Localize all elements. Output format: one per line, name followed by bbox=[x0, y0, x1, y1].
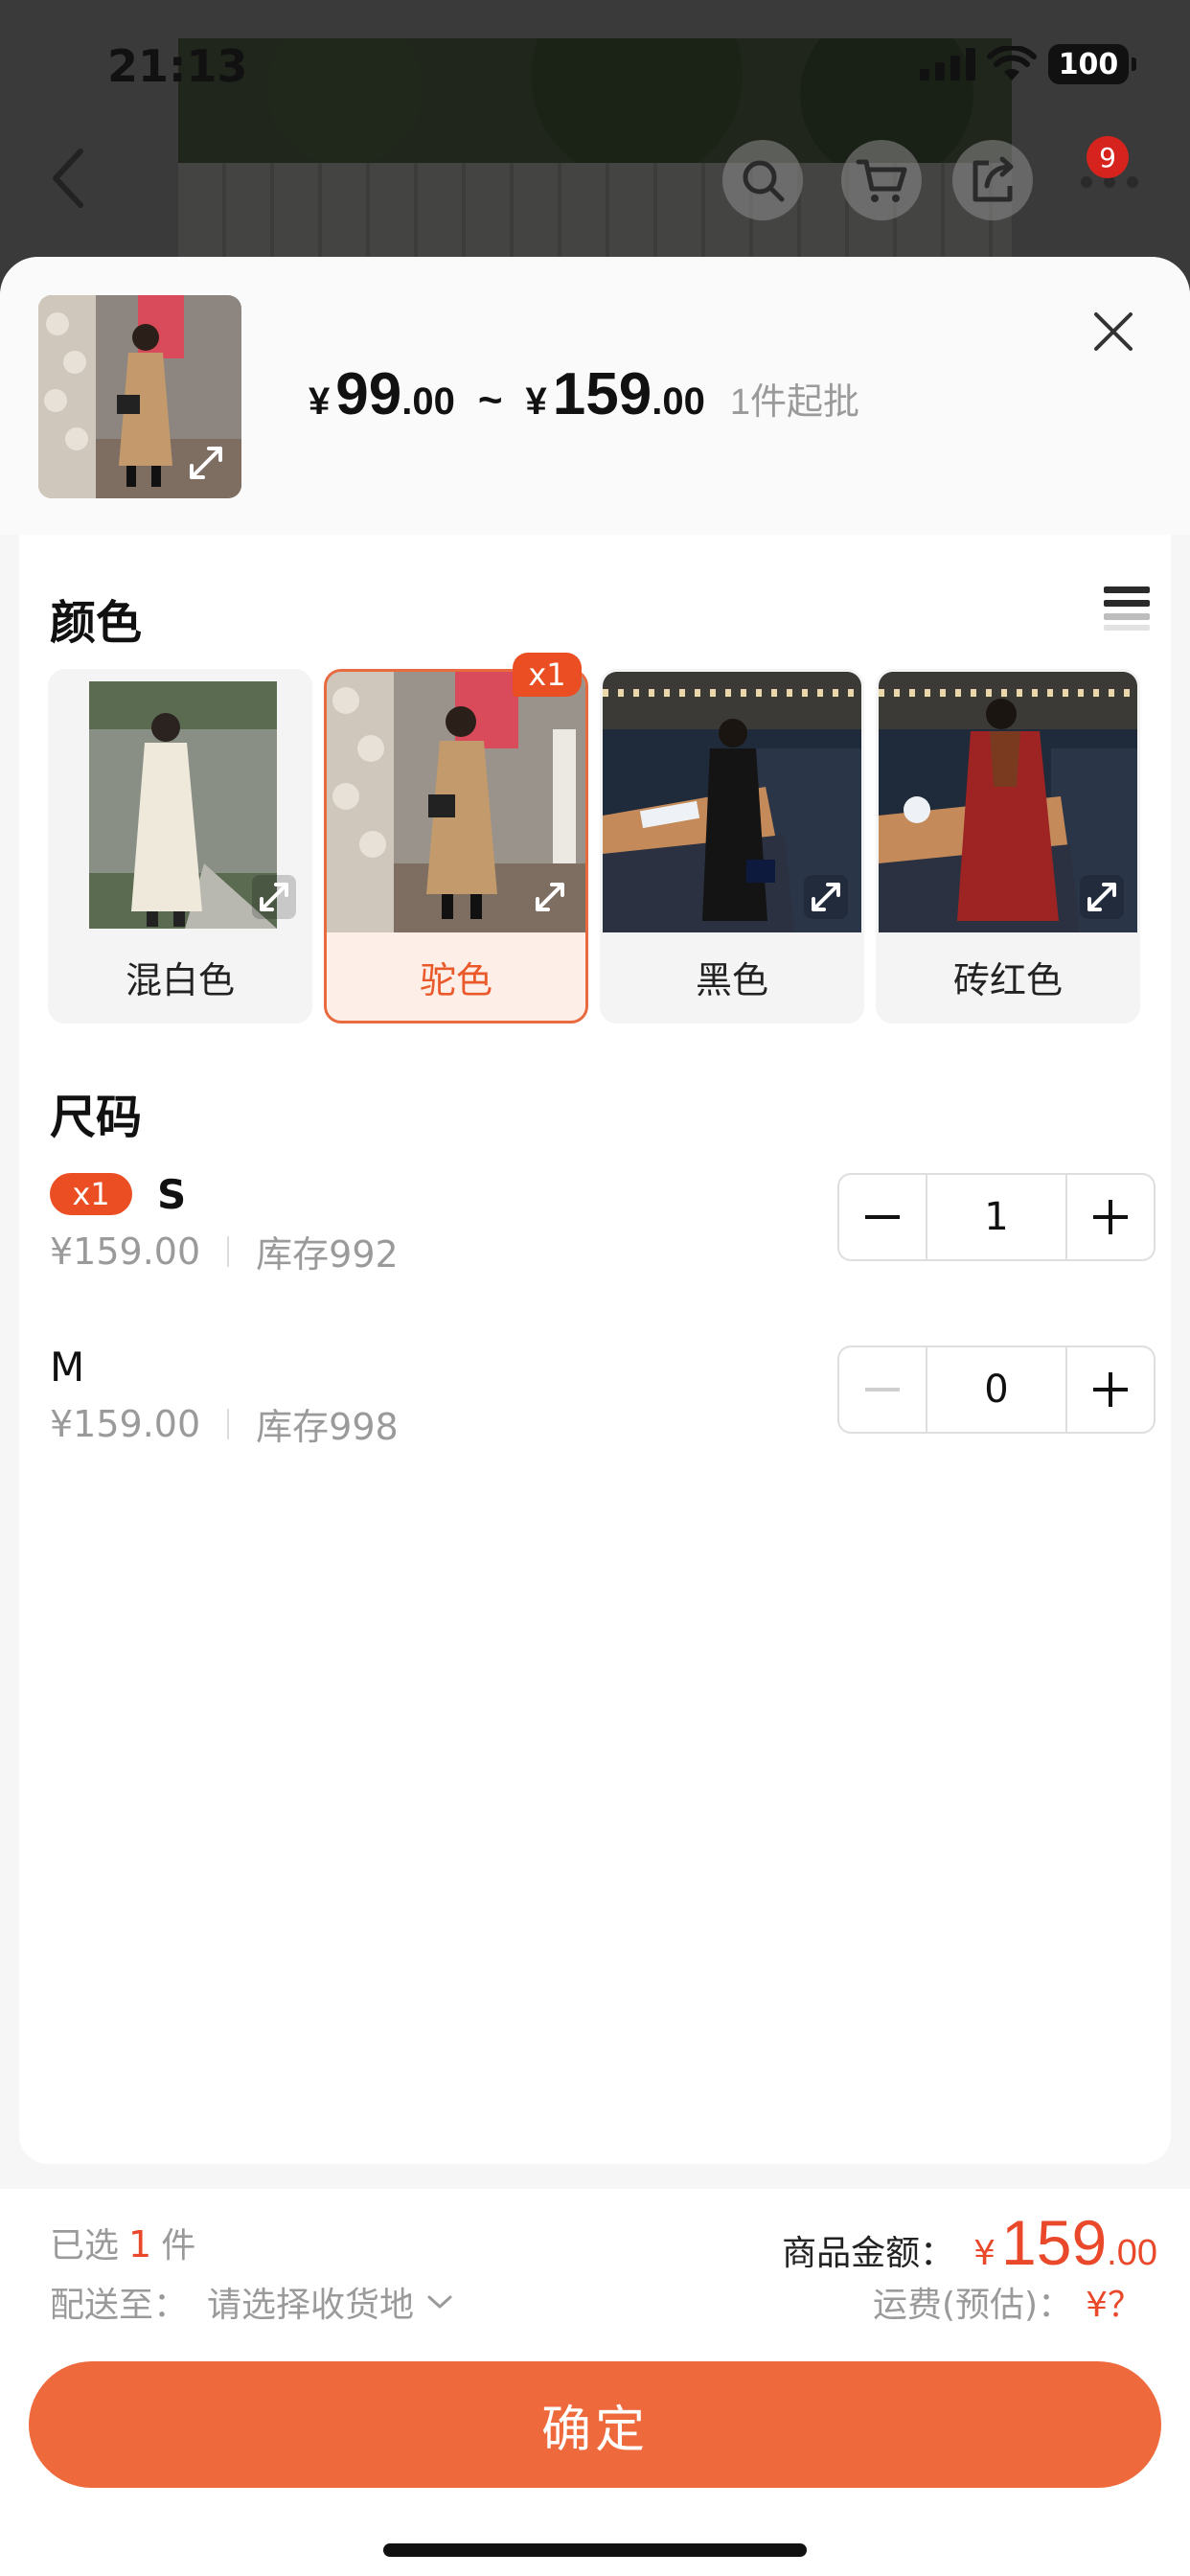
meta-divider bbox=[227, 1408, 230, 1439]
ship-value: 请选择收货地 bbox=[207, 2286, 415, 2325]
price-separator: ~ bbox=[477, 377, 503, 424]
goods-total: 商品金额： ¥ 159 .00 bbox=[782, 2206, 1157, 2279]
cart-count-badge: 9 bbox=[1087, 136, 1129, 178]
quantity-value[interactable]: 0 bbox=[926, 1347, 1067, 1432]
color-option-image bbox=[327, 672, 585, 932]
status-time: 21:13 bbox=[107, 40, 248, 92]
increase-button[interactable] bbox=[1067, 1347, 1154, 1432]
size-row-m: M ¥159.00 库存998 0 bbox=[50, 1344, 1156, 1460]
cart-button[interactable] bbox=[841, 140, 922, 220]
cart-icon bbox=[856, 159, 907, 202]
search-button[interactable] bbox=[722, 140, 803, 220]
color-options: 混白色 驼色 x1 黑色 砖红色 bbox=[48, 653, 1146, 1024]
battery-level: 100 bbox=[1058, 47, 1119, 81]
color-option-black[interactable]: 黑色 bbox=[600, 669, 864, 1024]
total-currency: ¥ bbox=[973, 2234, 996, 2273]
color-option-image bbox=[879, 672, 1137, 932]
freight-value: ¥？ bbox=[1086, 2286, 1142, 2325]
selected-suffix: 件 bbox=[161, 2226, 196, 2266]
ship-label: 配送至： bbox=[50, 2286, 189, 2325]
color-option-image bbox=[51, 672, 309, 932]
size-price: ¥159.00 bbox=[50, 1230, 201, 1273]
color-option-image bbox=[603, 672, 861, 932]
size-meta: ¥159.00 库存992 bbox=[50, 1225, 399, 1277]
price-min-integer: 99 bbox=[335, 361, 402, 427]
price-min-decimal: .00 bbox=[401, 380, 455, 423]
size-name: S bbox=[157, 1171, 187, 1218]
list-view-icon[interactable] bbox=[1102, 583, 1152, 632]
expand-icon bbox=[536, 883, 564, 911]
home-indicator bbox=[383, 2543, 807, 2557]
order-footer: 已选 1 件 配送至： 请选择收货地 商品金额： ¥ 159 .00 运费(预估)：… bbox=[0, 2189, 1190, 2576]
decrease-button[interactable] bbox=[839, 1175, 926, 1259]
share-button[interactable] bbox=[952, 140, 1033, 220]
size-row-s: x1 S ¥159.00 库存992 1 bbox=[50, 1171, 1156, 1288]
status-bar: 21:13 100 bbox=[0, 0, 1190, 129]
product-thumbnail[interactable] bbox=[38, 295, 241, 498]
size-name: M bbox=[50, 1344, 85, 1391]
selected-summary: 已选 1 件 bbox=[50, 2218, 195, 2267]
confirm-button[interactable]: 确定 bbox=[29, 2361, 1161, 2488]
color-option-off-white[interactable]: 混白色 bbox=[48, 669, 312, 1024]
color-option-label: 混白色 bbox=[125, 958, 235, 1001]
price-max-currency: ¥ bbox=[525, 380, 547, 423]
size-section-title: 尺码 bbox=[50, 1091, 143, 1144]
min-order-quantity: 1件起批 bbox=[729, 382, 859, 423]
quantity-stepper: 0 bbox=[837, 1346, 1156, 1434]
price-max-decimal: .00 bbox=[652, 380, 705, 423]
chevron-down-icon bbox=[427, 2295, 452, 2309]
battery-icon: 100 bbox=[1048, 44, 1136, 84]
plus-icon bbox=[1093, 1372, 1128, 1407]
selected-prefix: 已选 bbox=[50, 2226, 120, 2266]
minus-icon bbox=[865, 1388, 900, 1392]
size-meta: ¥159.00 库存998 bbox=[50, 1397, 399, 1450]
expand-icon bbox=[1080, 875, 1124, 919]
signal-icon bbox=[920, 48, 975, 80]
color-option-label: 驼色 bbox=[419, 958, 492, 1001]
wifi-icon bbox=[987, 46, 1037, 80]
size-price: ¥159.00 bbox=[50, 1402, 201, 1445]
minus-icon bbox=[865, 1215, 900, 1219]
color-option-label: 黑色 bbox=[695, 958, 768, 1001]
size-stock: 库存998 bbox=[256, 1406, 399, 1448]
plus-icon bbox=[1093, 1200, 1128, 1234]
freight-estimate: 运费(预估)： ¥？ bbox=[873, 2277, 1142, 2327]
selected-count: 1 bbox=[128, 2223, 152, 2266]
shipping-address-selector[interactable]: 配送至： 请选择收货地 bbox=[50, 2277, 454, 2327]
selected-quantity-tag: x1 bbox=[513, 653, 582, 697]
share-icon bbox=[973, 156, 1014, 202]
price-range: ¥ 99 .00 ~ ¥ 159 .00 1件起批 bbox=[309, 360, 859, 428]
sheet-header: ¥ 99 .00 ~ ¥ 159 .00 1件起批 bbox=[0, 257, 1190, 535]
expand-icon bbox=[804, 875, 848, 919]
total-integer: 159 bbox=[1001, 2207, 1108, 2278]
quantity-value[interactable]: 1 bbox=[926, 1175, 1067, 1259]
close-icon[interactable] bbox=[1088, 307, 1138, 356]
quantity-stepper: 1 bbox=[837, 1173, 1156, 1261]
meta-divider bbox=[227, 1235, 230, 1267]
color-option-camel[interactable]: 驼色 x1 bbox=[324, 653, 588, 1024]
decrease-button[interactable] bbox=[839, 1347, 926, 1432]
expand-icon bbox=[190, 447, 222, 479]
sku-content: 颜色 混白色 驼色 x1 黑色 砖红色 尺码 x1 S ¥159.00 库存99… bbox=[19, 535, 1171, 2164]
color-section-title: 颜色 bbox=[50, 596, 143, 650]
color-option-brick-red[interactable]: 砖红色 bbox=[876, 669, 1140, 1024]
increase-button[interactable] bbox=[1067, 1175, 1154, 1259]
price-max-integer: 159 bbox=[552, 361, 652, 427]
sku-selector-sheet: ¥ 99 .00 ~ ¥ 159 .00 1件起批 颜色 混白色 驼色 x1 黑… bbox=[0, 257, 1190, 2576]
color-option-label: 砖红色 bbox=[952, 958, 1063, 1001]
search-icon bbox=[743, 160, 785, 202]
size-stock: 库存992 bbox=[256, 1233, 399, 1276]
price-min-currency: ¥ bbox=[309, 380, 331, 423]
expand-icon bbox=[252, 875, 296, 919]
back-arrow-icon[interactable] bbox=[42, 144, 96, 213]
total-decimal: .00 bbox=[1107, 2233, 1157, 2273]
size-quantity-tag: x1 bbox=[50, 1173, 132, 1215]
freight-label: 运费(预估)： bbox=[873, 2286, 1073, 2325]
total-label: 商品金额： bbox=[782, 2234, 955, 2273]
